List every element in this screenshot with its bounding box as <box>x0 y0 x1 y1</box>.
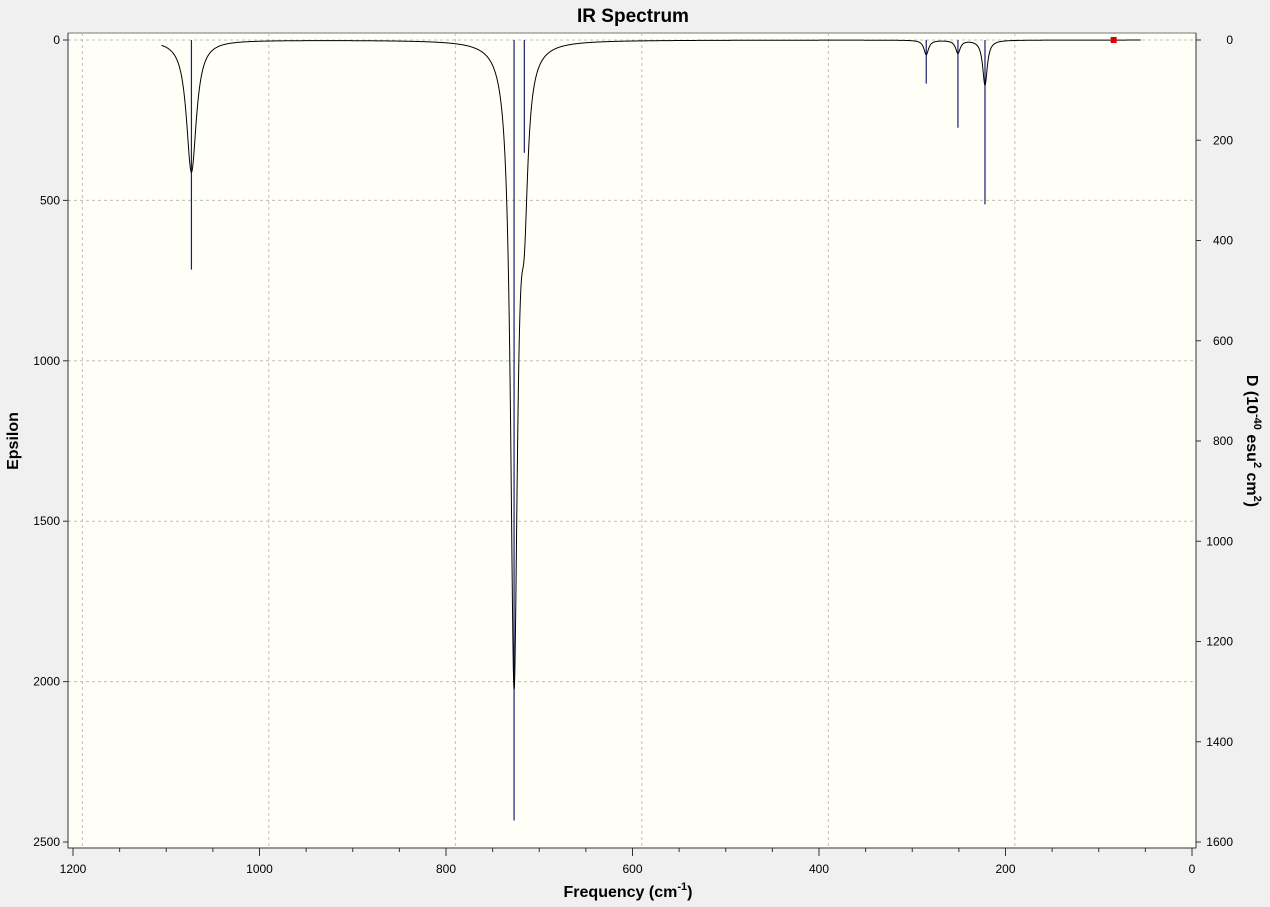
y2-tick-label: 1600 <box>1206 835 1233 849</box>
y2-tick-label: 1400 <box>1206 735 1233 749</box>
x-tick-label: 600 <box>622 862 642 876</box>
x-axis-title-main: Frequency (cm <box>564 884 678 901</box>
y2-tick-label: 200 <box>1213 133 1233 147</box>
y-tick-label: 0 <box>53 33 60 47</box>
left-y-axis-ticks: 0 500 1000 1500 2000 2500 <box>33 33 68 849</box>
y2-axis-title-p4: ) <box>1243 502 1260 507</box>
y-tick-label: 2500 <box>33 835 60 849</box>
y2-tick-label: 1000 <box>1206 534 1233 548</box>
x-tick-label: 200 <box>995 862 1015 876</box>
chart-title: IR Spectrum <box>577 6 689 27</box>
y2-tick-label: 400 <box>1213 234 1233 248</box>
x-axis-title-sup: -1 <box>677 881 687 893</box>
x-axis-title-tail: ) <box>687 884 692 901</box>
x-axis-title: Frequency (cm-1) <box>564 881 693 901</box>
y2-tick-label: 1200 <box>1206 635 1233 649</box>
x-axis-ticks: 1200 1000 800 600 400 200 0 <box>60 848 1196 876</box>
x-tick-label: 1000 <box>246 862 273 876</box>
y-tick-label: 500 <box>40 193 60 207</box>
y2-tick-label: 600 <box>1213 334 1233 348</box>
y2-axis-title-p3: cm <box>1243 468 1260 496</box>
right-y-axis-ticks: 0 200 400 600 800 1000 1200 1400 1600 <box>1196 33 1233 849</box>
ir-spectrum-chart: 1200 1000 800 600 400 200 0 050010001500200025… <box>5 6 1263 901</box>
y-tick-label: 2000 <box>33 675 60 689</box>
y2-axis-title-p1: D (10 <box>1243 375 1260 414</box>
y-axis-title: Epsilon <box>5 412 22 470</box>
x-tick-label: 0 <box>1189 862 1196 876</box>
y2-axis-title-sup1: -40 <box>1251 414 1263 430</box>
y-tick-label: 1000 <box>33 354 60 368</box>
plot-area <box>67 32 1197 849</box>
x-tick-label: 800 <box>436 862 456 876</box>
x-tick-label: 1200 <box>60 862 87 876</box>
marker-layer <box>1110 37 1117 43</box>
y2-axis-title-p2: esu <box>1243 430 1260 462</box>
y2-tick-label: 800 <box>1213 434 1233 448</box>
y2-tick-label: 0 <box>1226 33 1233 47</box>
y-tick-label: 1500 <box>33 514 60 528</box>
x-tick-label: 400 <box>809 862 829 876</box>
y2-axis-title: D (10-40 esu2 cm2) <box>1243 375 1263 507</box>
marker-point <box>1110 37 1117 43</box>
